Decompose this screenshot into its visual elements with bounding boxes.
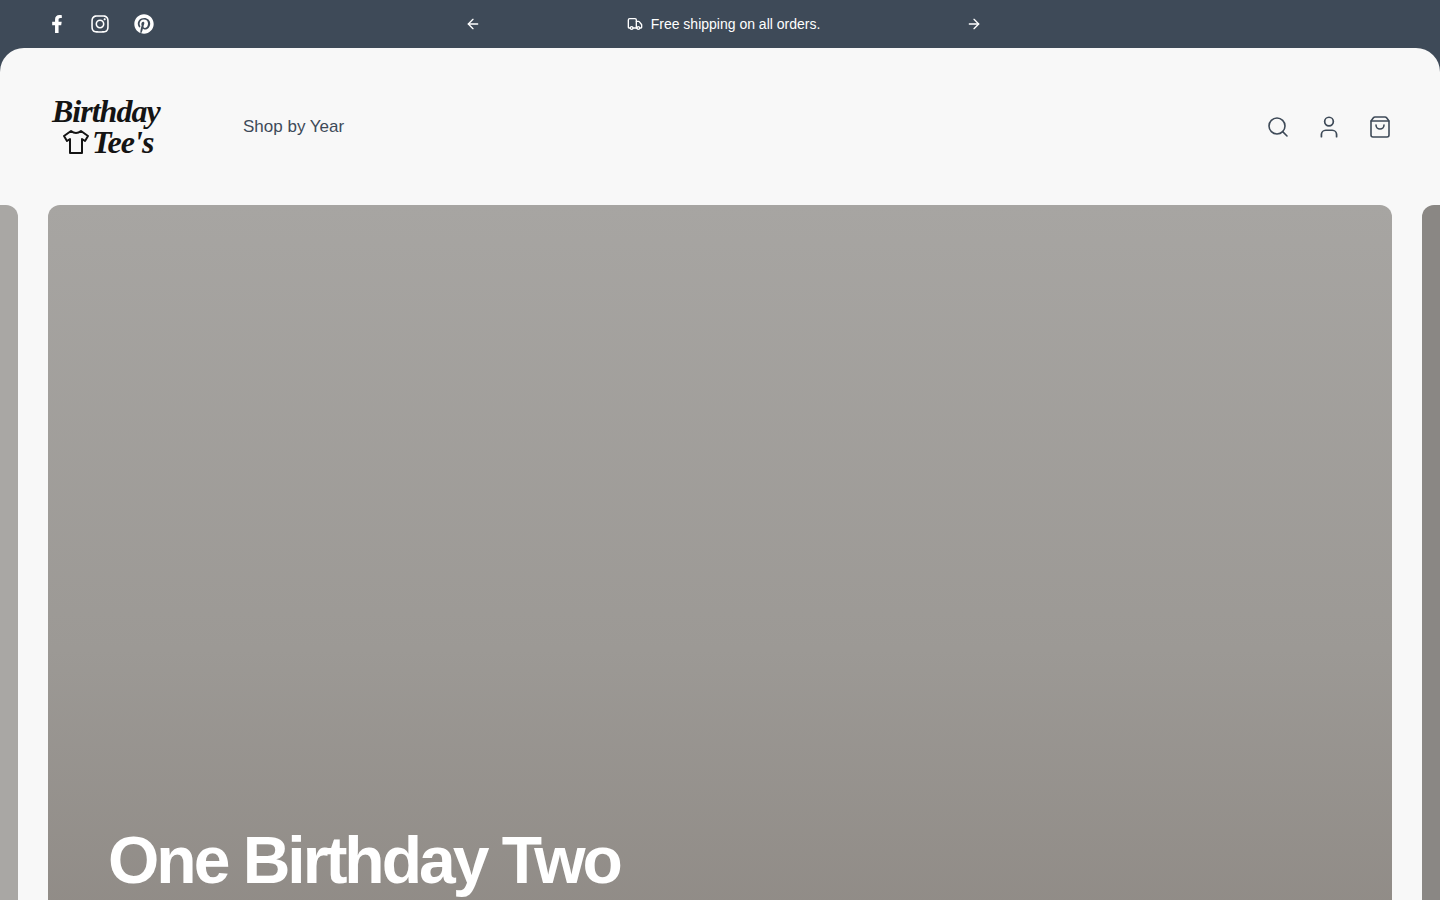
next-slide[interactable]: [1422, 205, 1440, 900]
previous-button[interactable]: [465, 16, 481, 32]
hero-slider: One Birthday Two: [0, 205, 1440, 900]
header-actions: [1266, 114, 1392, 140]
arrow-right-icon: [966, 16, 982, 32]
bag-icon: [1368, 115, 1392, 139]
instagram-icon: [90, 14, 110, 34]
hero-heading: One Birthday Two: [108, 823, 1392, 899]
truck-icon: [627, 16, 643, 32]
nav-link[interactable]: Shop by Year: [243, 117, 344, 137]
next-button[interactable]: [966, 16, 982, 32]
main-nav: Shop by Year: [243, 117, 344, 137]
tshirt-icon: [62, 129, 90, 155]
hero-slide[interactable]: One Birthday Two: [48, 205, 1392, 900]
facebook-icon: [48, 15, 66, 33]
logo[interactable]: BirthdayTee's: [52, 96, 182, 157]
site-header: BirthdayTee's Shop by Year: [0, 48, 1440, 205]
previous-slide[interactable]: [0, 205, 18, 900]
instagram-link[interactable]: [90, 14, 110, 34]
announcement-bar: Free shipping on all orders.: [0, 0, 1440, 48]
cart-button[interactable]: [1368, 114, 1392, 140]
search-icon: [1266, 115, 1290, 139]
announcement-message: Free shipping on all orders.: [627, 16, 821, 32]
search-button[interactable]: [1266, 114, 1290, 140]
facebook-link[interactable]: [48, 15, 66, 33]
pinterest-link[interactable]: [134, 14, 154, 34]
account-button[interactable]: [1316, 114, 1342, 140]
social-links: [0, 14, 420, 34]
arrow-left-icon: [465, 16, 481, 32]
pinterest-icon: [134, 14, 154, 34]
page-panel: BirthdayTee's Shop by Year One Birthday Tw…: [0, 48, 1440, 900]
user-icon: [1316, 114, 1342, 140]
announcement-carousel: Free shipping on all orders.: [420, 16, 1020, 32]
